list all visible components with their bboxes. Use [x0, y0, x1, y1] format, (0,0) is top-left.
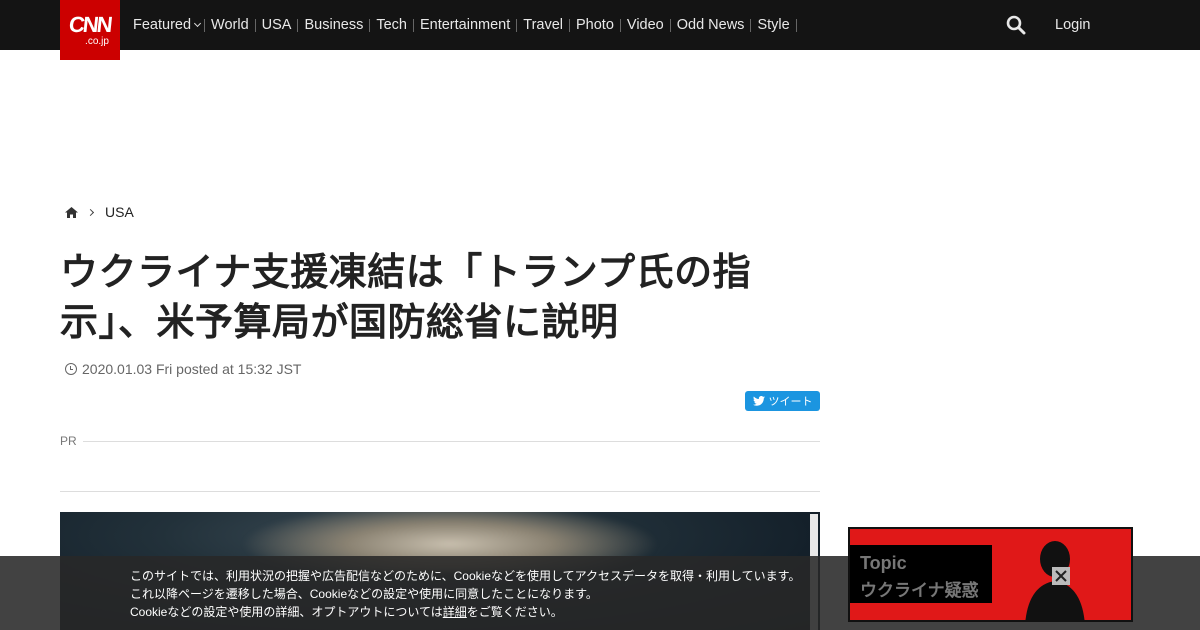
- pr-divider: [83, 441, 820, 442]
- chevron-down-icon: [194, 19, 202, 27]
- cookie-text: このサイトでは、利用状況の把握や広告配信などのために、Cookieなどを使用して…: [130, 567, 800, 621]
- cookie-line-2: これ以降ページを遷移した場合、Cookieなどの設定や使用に同意したことになりま…: [130, 587, 598, 601]
- topic-banner[interactable]: Topic ウクライナ疑惑: [848, 527, 1133, 622]
- topic-name: ウクライナ疑惑: [860, 581, 979, 600]
- pr-label: PR: [60, 434, 77, 448]
- nav-tech[interactable]: Tech: [370, 0, 414, 50]
- close-icon[interactable]: [1052, 567, 1070, 585]
- nav-business-label: Business: [304, 17, 364, 33]
- nav-travel-label: Travel: [523, 17, 563, 33]
- nav-style-label: Style: [757, 17, 790, 33]
- nav-usa[interactable]: USA: [256, 0, 299, 50]
- home-icon[interactable]: [65, 206, 78, 218]
- nav-photo[interactable]: Photo: [570, 0, 621, 50]
- article-title: ウクライナ支援凍結は「トランプ氏の指示」、米予算局が国防総省に説明: [60, 252, 752, 344]
- cookie-details-link[interactable]: 詳細: [443, 605, 467, 619]
- article-meta: 2020.01.03 Fri posted at 15:32 JST: [65, 361, 301, 377]
- topic-label: Topic: [860, 553, 907, 573]
- nav-entertainment-label: Entertainment: [419, 17, 511, 33]
- cookie-line-3: Cookieなどの設定や使用の詳細、オプトアウトについては詳細をご覧ください。: [130, 603, 800, 621]
- page: Featured World USA Business Tech Enterta…: [0, 0, 1200, 630]
- chevron-right-icon: [86, 208, 95, 216]
- posted-date: 2020.01.03 Fri posted at 15:32 JST: [82, 361, 302, 377]
- logo-subtext: .co.jp: [85, 35, 109, 47]
- twitter-bird-icon: [752, 396, 765, 406]
- nav-featured-label: Featured: [133, 17, 192, 33]
- search-icon[interactable]: [1006, 15, 1026, 35]
- cnn-logo[interactable]: CNN .co.jp: [60, 0, 120, 60]
- tweet-button[interactable]: ツイート: [745, 391, 820, 411]
- nav-usa-label: USA: [261, 17, 292, 33]
- cookie-line-1: このサイトでは、利用状況の把握や広告配信などのために、Cookieなどを使用して…: [130, 569, 801, 583]
- login-link[interactable]: Login: [1055, 17, 1090, 33]
- nav-video-label: Video: [626, 17, 664, 33]
- logo-text: CNN: [67, 11, 113, 37]
- tweet-label: ツイート: [768, 396, 813, 408]
- nav-photo-label: Photo: [576, 17, 614, 33]
- main-nav: Featured World USA Business Tech Enterta…: [127, 0, 797, 50]
- top-navigation-bar: Featured World USA Business Tech Enterta…: [0, 0, 1200, 50]
- nav-world-label: World: [211, 17, 249, 33]
- nav-featured[interactable]: Featured: [127, 0, 206, 50]
- nav-business[interactable]: Business: [298, 0, 371, 50]
- section-divider: [60, 491, 820, 492]
- breadcrumb-section[interactable]: USA: [105, 204, 134, 220]
- nav-style[interactable]: Style: [751, 0, 797, 50]
- nav-video[interactable]: Video: [621, 0, 671, 50]
- breadcrumb: USA: [65, 204, 134, 220]
- nav-odd-news-label: Odd News: [676, 17, 745, 33]
- nav-travel[interactable]: Travel: [517, 0, 570, 50]
- cookie-line-3-pre: Cookieなどの設定や使用の詳細、オプトアウトについては: [130, 605, 443, 619]
- nav-tech-label: Tech: [376, 17, 407, 33]
- nav-entertainment[interactable]: Entertainment: [414, 0, 518, 50]
- cookie-line-3-post: をご覧ください。: [466, 605, 563, 619]
- nav-odd-news[interactable]: Odd News: [671, 0, 752, 50]
- nav-world[interactable]: World: [205, 0, 256, 50]
- clock-icon: [65, 363, 77, 375]
